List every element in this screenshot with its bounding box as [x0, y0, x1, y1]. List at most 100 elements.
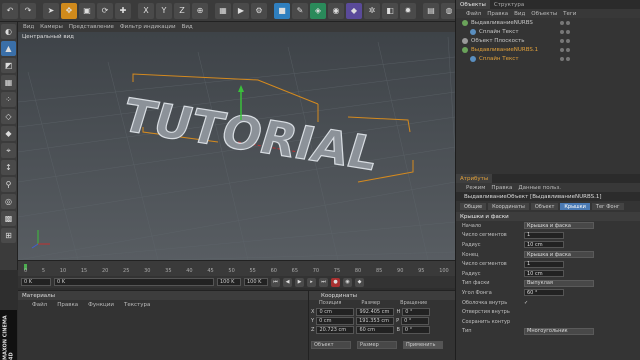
tab-object[interactable]: Объект — [530, 203, 559, 210]
solo-icon[interactable]: ◎ — [1, 194, 16, 209]
tab-objects[interactable]: Объекты — [456, 0, 490, 9]
render-view-icon[interactable]: ▦ — [215, 2, 231, 19]
make-editable-icon[interactable]: ◐ — [1, 24, 16, 39]
size-z-field[interactable]: 60 cm — [356, 325, 395, 334]
cube-icon[interactable]: ■ — [274, 2, 290, 19]
layout-icon[interactable]: ▤ — [423, 2, 439, 19]
texture-mode-icon[interactable]: ◩ — [1, 58, 16, 73]
quantize-icon[interactable]: ⊞ — [1, 228, 16, 243]
om-menu-file[interactable]: Файл — [466, 11, 481, 17]
visibility-dots[interactable] — [560, 56, 570, 61]
tab-basic[interactable]: Общие — [460, 203, 487, 210]
om-menu-objects[interactable]: Объекты — [531, 11, 557, 17]
render-picture-viewer-icon[interactable]: ▶ — [233, 2, 249, 19]
deformer-icon[interactable]: ◆ — [346, 2, 362, 19]
camera-icon[interactable]: ◧ — [382, 2, 398, 19]
type-dropdown[interactable]: Многоугольник — [524, 327, 594, 335]
om-menu-tags[interactable]: Теги — [563, 11, 576, 17]
list-item[interactable]: Сплайн Текст — [456, 54, 640, 63]
position-x-field[interactable]: 0 cm — [316, 307, 355, 316]
pen-icon[interactable]: ✎ — [292, 2, 308, 19]
visibility-dots[interactable] — [560, 29, 570, 34]
z-axis-icon[interactable]: Z — [174, 2, 190, 19]
rotation-p-field[interactable]: 0 ° — [401, 316, 430, 325]
select-arrow-icon[interactable]: ➤ — [43, 2, 59, 19]
hull-inwards-checkbox[interactable]: ✓ — [524, 300, 528, 306]
phong-angle-field[interactable]: 60 ° — [524, 289, 564, 297]
end-steps-field[interactable]: 1 — [524, 260, 564, 268]
points-mode-icon[interactable]: ⁘ — [1, 92, 16, 107]
start-radius-field[interactable]: 10 cm — [524, 241, 564, 249]
tab-phong[interactable]: Тег Фонг — [591, 203, 624, 210]
visibility-dots[interactable] — [560, 20, 570, 25]
x-axis-icon[interactable]: X — [138, 2, 154, 19]
materials-menu-functions[interactable]: Функции — [88, 302, 114, 308]
subdivision-icon[interactable]: ◈ — [310, 2, 326, 19]
prev-frame-icon[interactable]: ◀ — [283, 277, 292, 287]
light-icon[interactable]: ✹ — [400, 2, 416, 19]
coord-mode-dropdown[interactable]: Объект — [311, 340, 351, 349]
y-axis-icon[interactable]: Y — [156, 2, 172, 19]
coordinate-system-icon[interactable]: ⊕ — [192, 2, 208, 19]
om-menu-view[interactable]: Вид — [514, 11, 525, 17]
materials-menu-file[interactable]: Файл — [32, 302, 47, 308]
viewport-menu-panel[interactable]: Вид — [182, 24, 193, 30]
max-frame-field[interactable]: 100 K — [244, 278, 268, 286]
end-dropdown[interactable]: Крышка и фаска — [524, 251, 594, 259]
attr-menu-userdata[interactable]: Данные польз. — [518, 185, 561, 191]
snap-mode-icon[interactable]: ⚲ — [1, 177, 16, 192]
start-steps-field[interactable]: 1 — [524, 231, 564, 239]
coord-size-dropdown[interactable]: Размер — [357, 340, 397, 349]
polygons-mode-icon[interactable]: ◆ — [1, 126, 16, 141]
goto-end-icon[interactable]: ⏭ — [319, 277, 328, 287]
current-frame-field[interactable]: 0 K — [21, 278, 51, 286]
axis-mode-icon[interactable]: ⌖ — [1, 143, 16, 158]
viewport-3d[interactable]: TUTORIAL Центральный вид — [18, 32, 455, 260]
list-item[interactable]: ВыдавливаниеNURBS.1 — [456, 45, 640, 54]
render-settings-icon[interactable]: ⚙ — [251, 2, 267, 19]
edges-mode-icon[interactable]: ◇ — [1, 109, 16, 124]
scale-icon[interactable]: ▣ — [79, 2, 95, 19]
undo-icon[interactable]: ↶ — [2, 2, 18, 19]
keyframe-icon[interactable]: ◆ — [355, 277, 364, 287]
list-item[interactable]: Сплайн Текст — [456, 27, 640, 36]
apply-button[interactable]: Применить — [403, 340, 443, 349]
start-dropdown[interactable]: Крышка и фаска — [524, 222, 594, 230]
visibility-dots[interactable] — [560, 47, 570, 52]
workplane-lock-icon[interactable]: ▩ — [1, 211, 16, 226]
materials-menu-texture[interactable]: Текстура — [124, 302, 150, 308]
last-tool-icon[interactable]: ✚ — [115, 2, 131, 19]
next-frame-icon[interactable]: ▸ — [307, 277, 316, 287]
rotation-h-field[interactable]: 0 ° — [402, 307, 431, 316]
viewport-menu-view[interactable]: Вид — [23, 24, 34, 30]
tweak-mode-icon[interactable]: ↕ — [1, 160, 16, 175]
end-frame-field[interactable]: 100 K — [217, 278, 241, 286]
viewport-menu-filter[interactable]: Фильтр индикации — [120, 24, 176, 30]
start-frame-field[interactable]: 0 K — [54, 278, 214, 286]
redo-icon[interactable]: ↷ — [20, 2, 36, 19]
list-item[interactable]: Объект Плоскость — [456, 36, 640, 45]
model-mode-icon[interactable]: ▲ — [1, 41, 16, 56]
environment-icon[interactable]: ✲ — [364, 2, 380, 19]
goto-start-icon[interactable]: ⏮ — [271, 277, 280, 287]
position-y-field[interactable]: 0 cm — [316, 316, 355, 325]
record-icon[interactable]: ● — [331, 277, 340, 287]
tab-caps[interactable]: Крышки — [560, 203, 590, 210]
size-x-field[interactable]: 992.405 cm — [356, 307, 395, 316]
position-z-field[interactable]: 20.723 cm — [316, 325, 355, 334]
rotate-icon[interactable]: ⟳ — [97, 2, 113, 19]
tab-structure[interactable]: Структура — [490, 0, 528, 9]
viewport-menu-display[interactable]: Представление — [69, 24, 114, 30]
tab-coordinates[interactable]: Координаты — [488, 203, 529, 210]
autokey-icon[interactable]: ◉ — [343, 277, 352, 287]
om-menu-edit[interactable]: Правка — [487, 11, 508, 17]
visibility-dots[interactable] — [560, 38, 570, 43]
viewport-menu-cameras[interactable]: Камеры — [40, 24, 63, 30]
end-radius-field[interactable]: 10 cm — [524, 270, 564, 278]
attr-menu-edit[interactable]: Правка — [491, 185, 512, 191]
materials-menu-edit[interactable]: Правка — [57, 302, 78, 308]
move-icon[interactable]: ✥ — [61, 2, 77, 19]
rotation-b-field[interactable]: 0 ° — [401, 325, 430, 334]
workplane-mode-icon[interactable]: ▦ — [1, 75, 16, 90]
array-icon[interactable]: ◉ — [328, 2, 344, 19]
